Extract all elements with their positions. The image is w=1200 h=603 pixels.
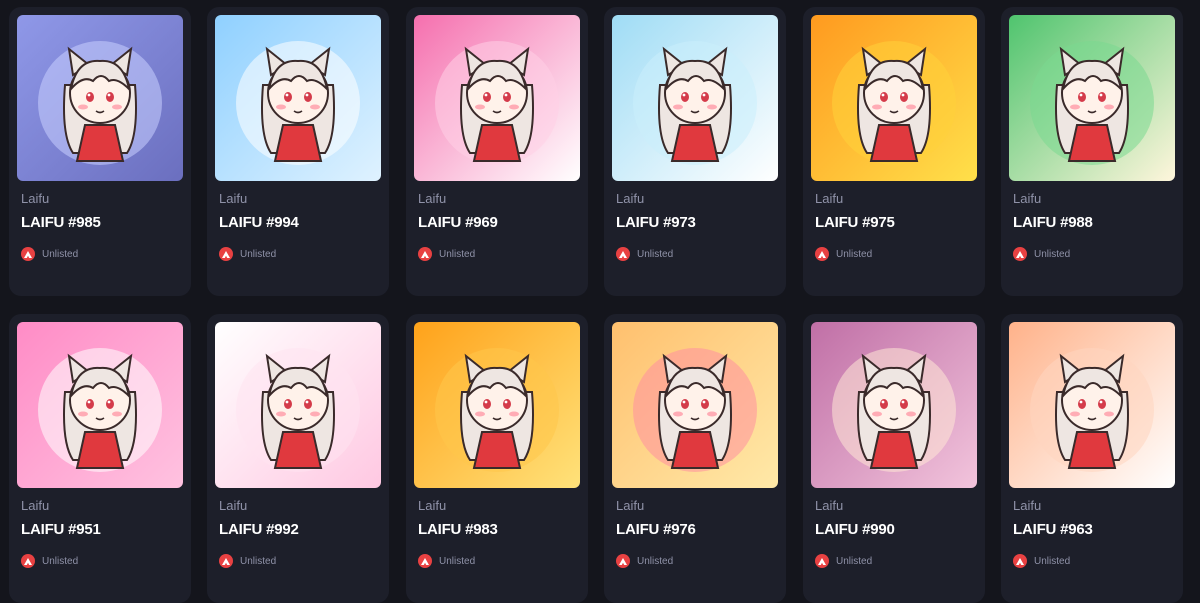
status-label: Unlisted [637,248,674,260]
status-label: Unlisted [439,555,476,567]
status-label: Unlisted [836,248,873,260]
collection-name[interactable]: Laifu [616,498,644,513]
nft-card[interactable]: Laifu LAIFU #988 Unlisted [1001,7,1183,296]
status-label: Unlisted [836,555,873,567]
avalanche-icon [21,554,35,568]
collection-name[interactable]: Laifu [219,498,247,513]
listing-status: Unlisted [815,247,872,261]
nft-title[interactable]: LAIFU #994 [219,214,299,231]
nft-title[interactable]: LAIFU #973 [616,214,696,231]
nft-card[interactable]: Laifu LAIFU #976 Unlisted [604,314,786,603]
collection-name[interactable]: Laifu [815,498,843,513]
nft-card[interactable]: Laifu LAIFU #963 Unlisted [1001,314,1183,603]
nft-card[interactable]: Laifu LAIFU #985 Unlisted [9,7,191,296]
listing-status: Unlisted [219,247,276,261]
nft-title[interactable]: LAIFU #963 [1013,521,1093,538]
nft-card[interactable]: Laifu LAIFU #990 Unlisted [803,314,985,603]
nft-title[interactable]: LAIFU #969 [418,214,498,231]
nft-image[interactable] [414,322,580,488]
nft-image[interactable] [1009,322,1175,488]
listing-status: Unlisted [1013,554,1070,568]
avalanche-icon [21,247,35,261]
listing-status: Unlisted [1013,247,1070,261]
nft-image[interactable] [17,15,183,181]
status-label: Unlisted [240,555,277,567]
collection-name[interactable]: Laifu [219,191,247,206]
nft-image[interactable] [414,15,580,181]
collection-name[interactable]: Laifu [616,191,644,206]
listing-status: Unlisted [418,554,475,568]
listing-status: Unlisted [21,554,78,568]
listing-status: Unlisted [616,554,673,568]
nft-image[interactable] [17,322,183,488]
avalanche-icon [1013,247,1027,261]
nft-card[interactable]: Laifu LAIFU #994 Unlisted [207,7,389,296]
status-label: Unlisted [637,555,674,567]
nft-title[interactable]: LAIFU #976 [616,521,696,538]
avalanche-icon [815,554,829,568]
avalanche-icon [418,554,432,568]
listing-status: Unlisted [418,247,475,261]
collection-name[interactable]: Laifu [815,191,843,206]
collection-name[interactable]: Laifu [418,191,446,206]
nft-title[interactable]: LAIFU #975 [815,214,895,231]
nft-title[interactable]: LAIFU #985 [21,214,101,231]
listing-status: Unlisted [219,554,276,568]
avalanche-icon [815,247,829,261]
avalanche-icon [616,554,630,568]
status-label: Unlisted [240,248,277,260]
collection-name[interactable]: Laifu [1013,498,1041,513]
nft-image[interactable] [1009,15,1175,181]
avalanche-icon [1013,554,1027,568]
collection-name[interactable]: Laifu [418,498,446,513]
nft-image[interactable] [612,322,778,488]
nft-card[interactable]: Laifu LAIFU #969 Unlisted [406,7,588,296]
status-label: Unlisted [1034,248,1071,260]
nft-card[interactable]: Laifu LAIFU #983 Unlisted [406,314,588,603]
listing-status: Unlisted [21,247,78,261]
avalanche-icon [418,247,432,261]
nft-image[interactable] [811,322,977,488]
nft-card[interactable]: Laifu LAIFU #975 Unlisted [803,7,985,296]
avalanche-icon [219,554,233,568]
nft-title[interactable]: LAIFU #990 [815,521,895,538]
status-label: Unlisted [42,555,79,567]
nft-card[interactable]: Laifu LAIFU #973 Unlisted [604,7,786,296]
nft-title[interactable]: LAIFU #992 [219,521,299,538]
status-label: Unlisted [42,248,79,260]
nft-image[interactable] [215,15,381,181]
nft-image[interactable] [811,15,977,181]
collection-name[interactable]: Laifu [21,191,49,206]
nft-card[interactable]: Laifu LAIFU #951 Unlisted [9,314,191,603]
nft-image[interactable] [215,322,381,488]
collection-name[interactable]: Laifu [1013,191,1041,206]
status-label: Unlisted [1034,555,1071,567]
status-label: Unlisted [439,248,476,260]
nft-title[interactable]: LAIFU #983 [418,521,498,538]
listing-status: Unlisted [815,554,872,568]
avalanche-icon [616,247,630,261]
nft-title[interactable]: LAIFU #951 [21,521,101,538]
nft-card[interactable]: Laifu LAIFU #992 Unlisted [207,314,389,603]
nft-title[interactable]: LAIFU #988 [1013,214,1093,231]
listing-status: Unlisted [616,247,673,261]
nft-image[interactable] [612,15,778,181]
nft-grid: Laifu LAIFU #985 Unlisted Laifu LAIFU #99 [0,0,1200,603]
collection-name[interactable]: Laifu [21,498,49,513]
avalanche-icon [219,247,233,261]
